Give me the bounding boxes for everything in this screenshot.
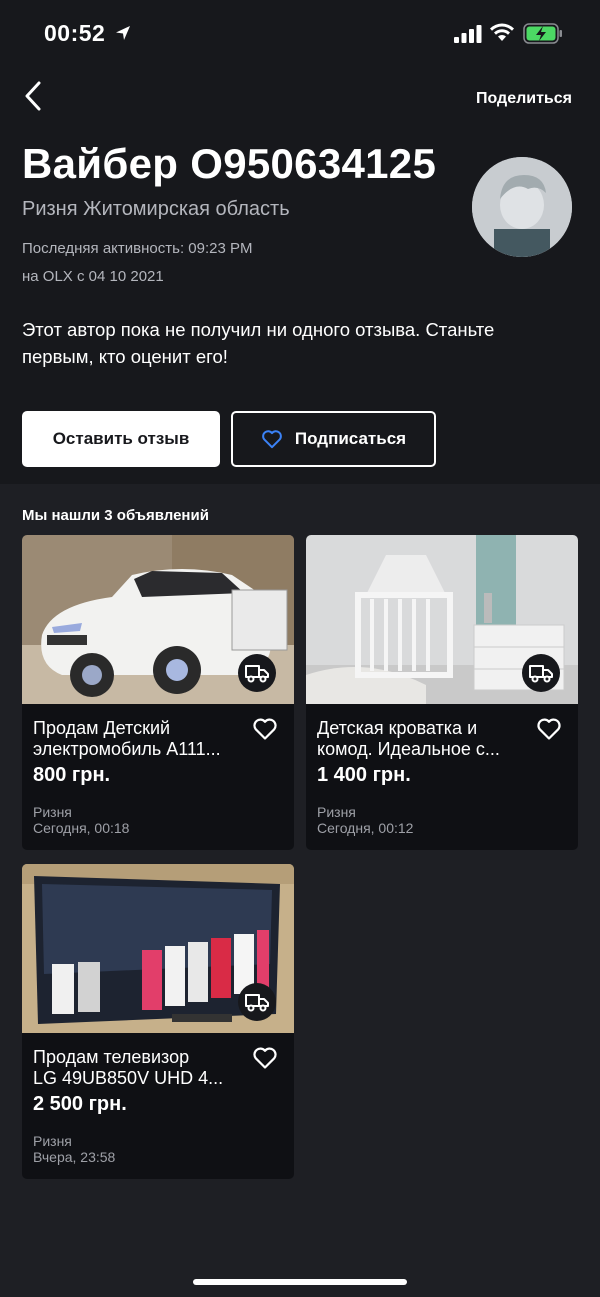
listing-city: Ризня <box>33 804 72 820</box>
listing-title-line: Продам телевизор <box>33 1047 190 1067</box>
delivery-truck-icon <box>529 665 553 683</box>
seller-location: Ризня Житомирская область <box>22 198 290 220</box>
seller-name: Вайбер О950634125 <box>22 140 437 187</box>
listing-price: 1 400 грн. <box>317 764 411 786</box>
delivery-badge <box>522 654 560 692</box>
listing-title-line: комод. Идеальное с... <box>317 739 500 759</box>
last-active-text: Последняя активность: 09:23 PM <box>22 240 253 257</box>
listing-title-line: Детская кроватка и <box>317 718 478 738</box>
battery-charging-icon <box>523 23 562 44</box>
listing-title: Продам Детский электромобиль A111... <box>33 718 248 760</box>
listing-photo <box>306 535 578 704</box>
wifi-icon <box>490 23 514 41</box>
listings-count: Мы нашли 3 объявлений <box>22 507 209 524</box>
listing-card[interactable]: Продам Детский электромобиль A111... 800… <box>22 535 294 850</box>
subscribe-label: Подписаться <box>294 429 407 448</box>
avatar <box>472 157 572 257</box>
back-arrow-icon[interactable] <box>20 78 50 114</box>
listing-city: Ризня <box>33 1133 72 1149</box>
listing-title: Детская кроватка и комод. Идеальное с... <box>317 718 532 760</box>
favorite-heart-icon[interactable] <box>536 717 562 741</box>
reviews-note: Этот автор пока не получил ни одного отз… <box>22 316 562 370</box>
listing-city: Ризня <box>317 804 356 820</box>
listing-date: Вчера, 23:58 <box>33 1149 116 1165</box>
listing-title: Продам телевизор LG 49UB850V UHD 4... <box>33 1047 248 1089</box>
heart-icon <box>262 430 282 449</box>
reviews-note-line: Этот автор пока не получил ни одного отз… <box>22 319 495 340</box>
listing-card[interactable]: Детская кроватка и комод. Идеальное с...… <box>306 535 578 850</box>
listing-photo <box>22 864 294 1033</box>
listing-photo <box>22 535 294 704</box>
reviews-note-line: первым, кто оценит его! <box>22 346 228 367</box>
listing-price: 800 грн. <box>33 764 111 786</box>
delivery-truck-icon <box>245 994 269 1012</box>
listing-date: Сегодня, 00:18 <box>33 820 130 836</box>
signal-icon <box>454 25 482 43</box>
leave-review-button[interactable]: Оставить отзыв <box>22 411 220 467</box>
listing-card[interactable]: Продам телевизор LG 49UB850V UHD 4... 2 … <box>22 864 294 1179</box>
listing-title-line: Продам Детский <box>33 718 171 738</box>
favorite-heart-icon[interactable] <box>252 717 278 741</box>
delivery-truck-icon <box>245 665 269 683</box>
listing-price: 2 500 грн. <box>33 1093 127 1115</box>
listing-title-line: электромобиль A111... <box>33 739 221 759</box>
avatar-placeholder-icon <box>472 157 572 257</box>
listing-date: Сегодня, 00:12 <box>317 820 414 836</box>
delivery-badge <box>238 983 276 1021</box>
member-since-text: на OLX с 04 10 2021 <box>22 268 164 285</box>
status-time: 00:52 <box>44 20 106 46</box>
location-arrow-icon <box>116 26 130 40</box>
favorite-heart-icon[interactable] <box>252 1046 278 1070</box>
listing-title-line: LG 49UB850V UHD 4... <box>33 1068 224 1088</box>
home-indicator[interactable] <box>193 1279 407 1285</box>
share-button[interactable]: Поделиться <box>476 90 572 108</box>
subscribe-button[interactable]: Подписаться <box>231 411 436 467</box>
delivery-badge <box>238 654 276 692</box>
